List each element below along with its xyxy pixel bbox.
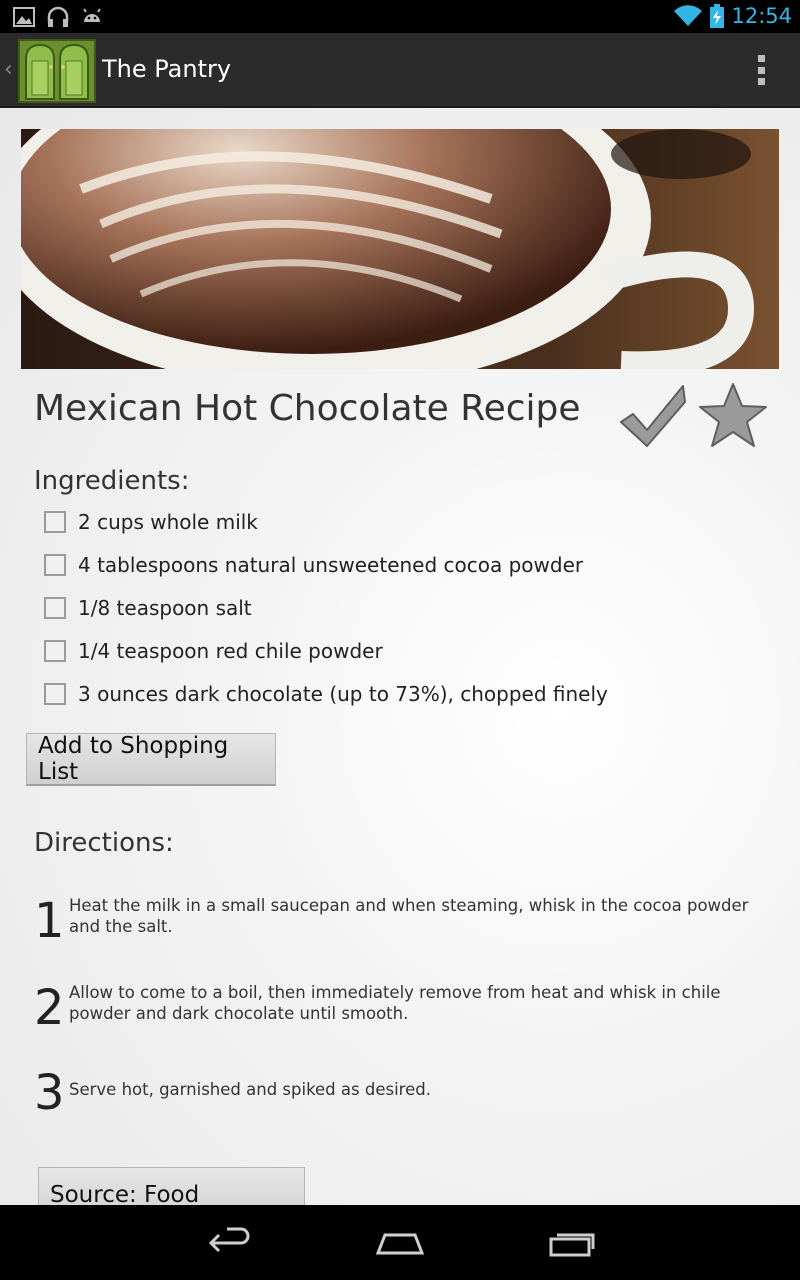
headphones-icon — [47, 6, 69, 27]
ingredient-checkbox[interactable] — [44, 511, 66, 533]
up-caret-icon[interactable]: ‹ — [4, 57, 13, 82]
step-text: Heat the milk in a small saucepan and wh… — [69, 896, 749, 936]
recipe-title: Mexican Hot Chocolate Recipe — [34, 388, 581, 429]
source-button[interactable]: Source: Food Republic — [38, 1167, 305, 1205]
home-icon[interactable] — [375, 1223, 425, 1263]
overflow-menu-icon[interactable] — [758, 55, 766, 85]
notification-icons — [12, 6, 104, 28]
step-text: Allow to come to a boil, then immediatel… — [69, 983, 721, 1023]
ingredient-item[interactable]: 2 cups whole milk — [44, 510, 258, 534]
wifi-icon — [674, 5, 703, 27]
step-number: 2 — [34, 980, 65, 1036]
ingredient-checkbox[interactable] — [44, 554, 66, 576]
recent-apps-icon[interactable] — [547, 1223, 597, 1263]
ingredient-checkbox[interactable] — [44, 597, 66, 619]
direction-step: 3 Serve hot, garnished and spiked as des… — [34, 1065, 774, 1125]
app-title: The Pantry — [102, 55, 232, 83]
back-icon[interactable] — [205, 1223, 255, 1263]
ingredient-label: 2 cups whole milk — [78, 510, 258, 534]
step-number: 3 — [34, 1065, 65, 1121]
ingredient-item[interactable]: 1/8 teaspoon salt — [44, 596, 252, 620]
checkmark-icon[interactable] — [617, 380, 689, 450]
ingredient-item[interactable]: 4 tablespoons natural unsweetened cocoa … — [44, 553, 583, 577]
system-icons: 12:54 — [673, 4, 792, 28]
step-text: Serve hot, garnished and spiked as desir… — [69, 1080, 431, 1099]
direction-step: 2 Allow to come to a boil, then immediat… — [34, 980, 774, 1040]
image-notification-icon — [13, 7, 35, 27]
recipe-photo — [21, 129, 779, 369]
ingredient-label: 1/4 teaspoon red chile powder — [78, 639, 383, 663]
step-number: 1 — [34, 893, 65, 949]
android-icon — [83, 8, 101, 22]
directions-heading: Directions: — [34, 828, 174, 858]
ingredient-item[interactable]: 1/4 teaspoon red chile powder — [44, 639, 383, 663]
ingredient-item[interactable]: 3 ounces dark chocolate (up to 73%), cho… — [44, 682, 608, 706]
ingredient-label: 4 tablespoons natural unsweetened cocoa … — [78, 553, 584, 577]
battery-charging-icon — [710, 4, 725, 28]
direction-step: 1 Heat the milk in a small saucepan and … — [34, 893, 774, 953]
ingredient-label: 1/8 teaspoon salt — [78, 596, 252, 620]
status-bar: 12:54 — [0, 0, 800, 33]
navigation-bar — [0, 1205, 800, 1280]
ingredient-checkbox[interactable] — [44, 640, 66, 662]
pantry-doors-icon[interactable] — [18, 39, 96, 103]
action-bar: ‹ The Pantry — [0, 33, 800, 108]
ingredients-heading: Ingredients: — [34, 466, 190, 496]
star-icon[interactable] — [697, 380, 769, 450]
ingredient-label: 3 ounces dark chocolate (up to 73%), cho… — [78, 682, 608, 706]
ingredient-checkbox[interactable] — [44, 683, 66, 705]
clock: 12:54 — [731, 4, 792, 28]
add-to-shopping-list-button[interactable]: Add to Shopping List — [26, 733, 276, 786]
recipe-scroll-view[interactable]: Mexican Hot Chocolate Recipe Ingredients… — [0, 108, 800, 1205]
